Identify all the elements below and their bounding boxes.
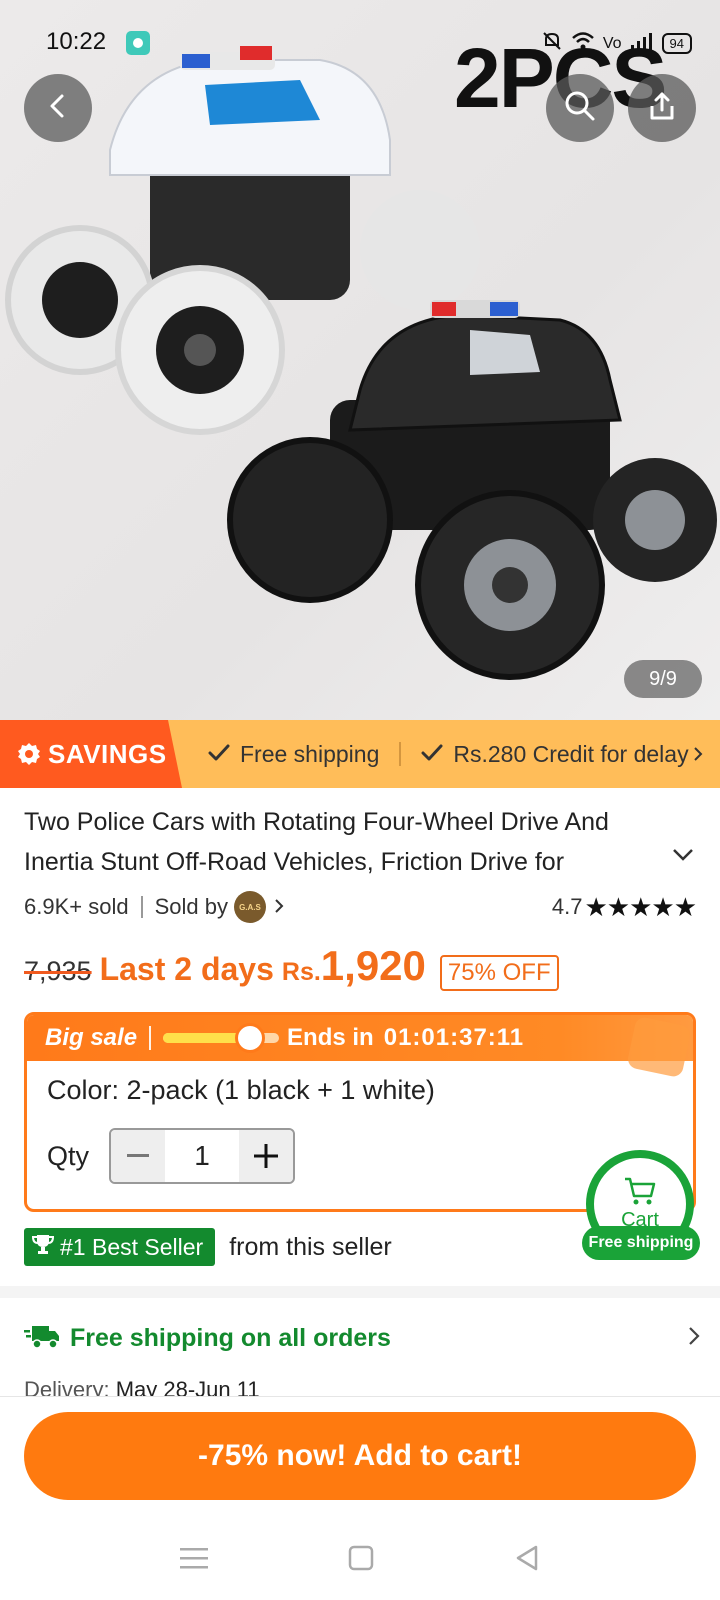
- product-page: 10:22 Vo 94 2PCS 9/9 SAVINGS Free shippi…: [0, 0, 720, 1600]
- sale-progress-bar: [163, 1023, 280, 1053]
- search-button[interactable]: [546, 74, 614, 142]
- back-button[interactable]: [24, 74, 92, 142]
- chevron-right-icon: [693, 741, 703, 768]
- savings-tag: SAVINGS: [0, 720, 182, 788]
- best-seller-row: #1 Best Seller from this seller: [24, 1228, 392, 1266]
- currency-symbol: Rs.: [281, 958, 321, 986]
- back-arrow-icon: [44, 92, 72, 125]
- free-shipping-title: Free shipping on all orders: [70, 1324, 391, 1352]
- header-divider: [149, 1026, 152, 1050]
- best-seller-label: #1 Best Seller: [60, 1233, 204, 1260]
- perk-free-shipping: Free shipping: [208, 741, 379, 768]
- perk-delay-credit: Rs.280 Credit for delay: [421, 740, 703, 768]
- best-seller-text: from this seller: [229, 1232, 392, 1261]
- selected-color[interactable]: Color: 2-pack (1 black + 1 white): [47, 1075, 673, 1106]
- system-nav-bar: [0, 1520, 720, 1600]
- plus-icon: [254, 1144, 279, 1168]
- clock-icon: [235, 1023, 266, 1053]
- home-nav-icon[interactable]: [348, 1545, 374, 1576]
- delivery-estimate: Delivery: May 28-Jun 11: [24, 1376, 260, 1396]
- star-icons: ★★★★★: [584, 891, 697, 922]
- big-sale-label: Big sale: [45, 1024, 138, 1051]
- chevron-right-icon: [688, 1326, 700, 1351]
- chevron-right-icon: [274, 894, 284, 920]
- current-price: 1,920: [320, 942, 426, 989]
- sold-count: 6.9K+ sold: [24, 894, 129, 919]
- section-divider: [0, 1286, 720, 1298]
- quantity-stepper[interactable]: 1: [109, 1128, 296, 1184]
- add-to-cart-button[interactable]: -75% now! Add to cart!: [24, 1412, 696, 1500]
- big-sale-header: Big sale Ends in 01:01:37:11: [27, 1015, 693, 1079]
- sold-by-label: Sold by: [154, 894, 228, 919]
- delivery-label: Delivery:: [24, 1377, 110, 1396]
- price-row: 7,935 Last 2 days Rs. 1,920 75% OFF: [24, 942, 559, 991]
- cart-icon: [623, 1176, 657, 1211]
- increase-qty-button[interactable]: [239, 1130, 294, 1182]
- truck-icon: [24, 1322, 60, 1355]
- seller-link[interactable]: Sold by G.A.S: [155, 891, 284, 923]
- savings-tag-label: SAVINGS: [48, 738, 167, 769]
- meta-divider: [140, 896, 143, 918]
- ends-in-label: Ends in: [287, 1024, 374, 1051]
- share-icon: [646, 90, 678, 127]
- menu-nav-icon[interactable]: [180, 1546, 208, 1575]
- sale-decoration: [626, 1015, 692, 1079]
- best-seller-badge: #1 Best Seller: [24, 1228, 216, 1266]
- image-counter: 9/9: [624, 660, 702, 698]
- battery-indicator: 94: [661, 33, 692, 54]
- perk-label: Free shipping: [240, 740, 380, 767]
- quantity-value[interactable]: 1: [165, 1140, 239, 1172]
- search-icon: [563, 89, 597, 128]
- expand-title-chevron-icon[interactable]: [672, 848, 694, 867]
- perk-divider: [399, 742, 402, 766]
- back-nav-icon[interactable]: [514, 1544, 540, 1577]
- rating-value: 4.7: [551, 894, 583, 919]
- rating[interactable]: 4.7 ★★★★★: [551, 891, 697, 923]
- delivery-dates: May 28-Jun 11: [115, 1377, 260, 1396]
- check-icon: [208, 741, 230, 768]
- trophy-icon: [31, 1233, 55, 1261]
- shipping-row[interactable]: Free shipping on all orders: [24, 1322, 700, 1355]
- seller-logo: G.A.S: [233, 891, 266, 923]
- status-time: 10:22: [46, 28, 107, 55]
- urgency-label: Last 2 days: [99, 951, 274, 987]
- product-meta-row: 6.9K+ sold Sold by G.A.S 4.7 ★★★★★: [24, 890, 697, 924]
- decrease-qty-button[interactable]: [111, 1130, 166, 1182]
- title-fade: [560, 842, 670, 882]
- perk-label: Rs.280 Credit for delay: [453, 740, 689, 767]
- qty-label: Qty: [47, 1140, 90, 1171]
- notification-app-icon: [126, 31, 150, 55]
- discount-badge: 75% OFF: [439, 955, 559, 991]
- check-icon: [421, 741, 443, 768]
- savings-bar[interactable]: SAVINGS Free shipping Rs.280 Credit for …: [0, 720, 720, 788]
- countdown-timer: 01:01:37:11: [383, 1024, 525, 1051]
- product-image-carousel[interactable]: 10:22 Vo 94 2PCS 9/9: [0, 0, 720, 720]
- share-button[interactable]: [628, 74, 696, 142]
- original-price: 7,935: [24, 956, 92, 986]
- quantity-row: Qty 1: [47, 1128, 673, 1184]
- savings-badge-icon: [16, 741, 42, 767]
- minus-icon: [127, 1154, 150, 1157]
- cart-free-shipping-badge: Free shipping: [582, 1226, 700, 1260]
